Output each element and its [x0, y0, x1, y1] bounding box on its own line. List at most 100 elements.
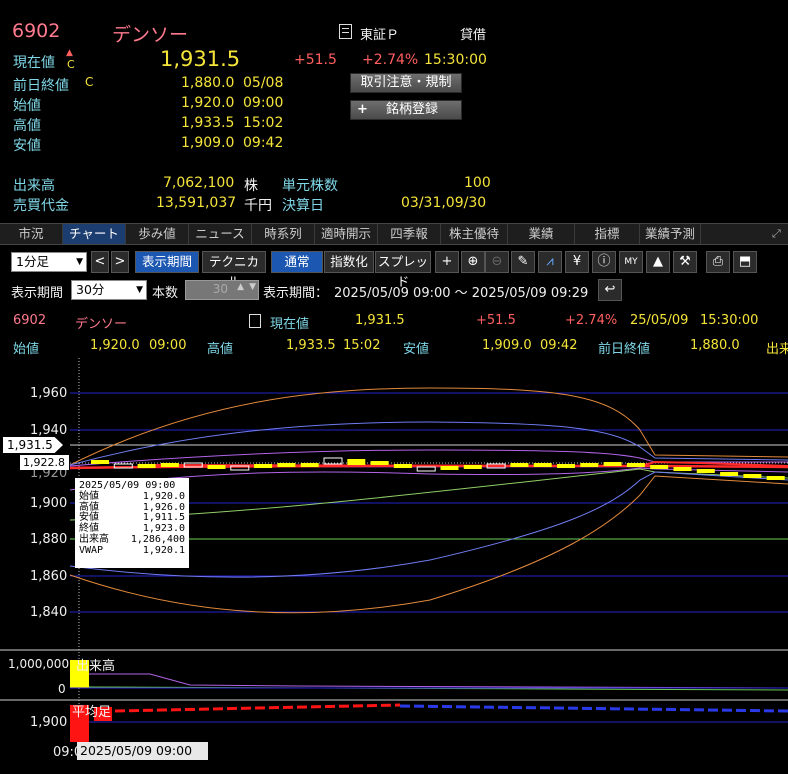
q-prev: 1,880.0 [690, 338, 740, 353]
trading-rules-button[interactable]: 取引注意・規制 [350, 73, 462, 93]
x-cursor-tag: 2025/05/09 09:00 [77, 742, 208, 760]
chart-pct: +2.74% [565, 313, 618, 328]
register-label: 銘柄登録 [385, 102, 438, 117]
y-tick: 1,840 [30, 605, 68, 620]
plus-icon: + [357, 102, 368, 117]
candle [323, 457, 343, 465]
interval-select[interactable]: 1分足 ▼ [11, 252, 87, 272]
margin-label: 貸借 [460, 28, 487, 43]
expand-icon[interactable]: ⤢ [772, 227, 781, 241]
candle [160, 463, 179, 467]
area-chart-icon[interactable]: ▲ [646, 251, 670, 273]
candle [137, 464, 156, 468]
q-open-time: 09:00 [149, 338, 187, 353]
volume-ma [89, 673, 788, 689]
document-icon[interactable] [249, 314, 261, 328]
wrench-icon[interactable]: ⚒ [673, 251, 697, 273]
crosshair-icon[interactable]: + [435, 251, 459, 273]
tab-timeseries[interactable]: 時系列 [252, 224, 315, 244]
technical-button[interactable]: テクニカル [202, 251, 266, 289]
price-time: 15:30:00 [424, 52, 487, 68]
chart-time: 15:30:00 [700, 313, 759, 328]
tab-chart[interactable]: チャート [63, 224, 126, 244]
avg-line-blue [399, 704, 788, 713]
count-value: 30 [212, 282, 228, 296]
trade-unit-value: 100 [464, 175, 491, 191]
tab-market[interactable]: 市況 [0, 224, 63, 244]
document-icon[interactable] [339, 24, 352, 39]
volume-unit: 株 [244, 178, 258, 194]
trend-icon[interactable]: ⩘ [538, 251, 562, 273]
index-button[interactable]: 指数化 [324, 251, 374, 273]
avg-line-red [114, 703, 401, 713]
tab-benefits[interactable]: 株主優待 [441, 224, 508, 244]
volume-tick: 0 [58, 682, 66, 696]
stepper-down-icon[interactable]: ▼ [249, 282, 256, 292]
tab-ticks[interactable]: 歩み値 [126, 224, 189, 244]
turnover-label: 売買代金 [13, 198, 69, 214]
candle [720, 472, 739, 476]
q-high: 1,933.5 [286, 338, 336, 353]
low-time: 09:42 [243, 135, 284, 151]
pen-icon[interactable]: ✎ [511, 251, 535, 273]
candle [626, 463, 645, 467]
candle [603, 462, 622, 466]
prev-button[interactable]: < [91, 251, 109, 273]
candle [766, 476, 785, 480]
tab-indicators[interactable]: 指標 [575, 224, 640, 244]
prev-close-label: 前日終値 [13, 78, 69, 94]
candle [254, 464, 273, 468]
candle [696, 469, 715, 473]
candle [673, 467, 692, 471]
high-value: 1,933.5 [181, 115, 235, 131]
yen-icon[interactable]: ¥ [565, 251, 589, 273]
candle [207, 465, 226, 469]
count-label: 本数 [152, 286, 179, 301]
period-value: 30分 [76, 282, 105, 297]
market-label: 東証Ｐ [360, 28, 400, 43]
current-price-label: 現在値 [13, 55, 55, 71]
zoom-in-icon[interactable]: ⊕ [461, 251, 485, 273]
spread-button[interactable]: スプレッド [375, 251, 431, 289]
open-time: 09:00 [243, 95, 284, 111]
y-tick: 1,880 [30, 532, 68, 547]
settle-label: 決算日 [282, 198, 324, 214]
my-chart-icon[interactable]: MY [619, 251, 643, 273]
turnover-unit: 千円 [244, 198, 272, 214]
price-change-pct: +2.74% [362, 52, 419, 68]
normal-button[interactable]: 通常 [271, 251, 323, 273]
stepper-up-icon[interactable]: ▲ [237, 282, 244, 292]
candle [416, 466, 436, 472]
candle [650, 465, 669, 469]
tab-earnings[interactable]: 業績 [508, 224, 575, 244]
period-select[interactable]: 30分 ▼ [71, 280, 147, 300]
next-button[interactable]: > [111, 251, 129, 273]
y-tick: 1,860 [30, 569, 68, 584]
chart-change: +51.5 [476, 313, 516, 328]
count-stepper[interactable]: 30 ▲ ▼ [185, 280, 259, 300]
info-icon[interactable]: ⓘ [592, 251, 616, 273]
zoom-out-icon[interactable]: ⊖ [485, 251, 509, 273]
period-button[interactable]: 表示期間 [135, 251, 199, 273]
candle [393, 464, 412, 468]
register-stock-button[interactable]: + 銘柄登録 [350, 100, 462, 120]
candle [510, 463, 529, 467]
tab-news[interactable]: ニュース [189, 224, 252, 244]
prev-close-flag: C [85, 75, 94, 89]
volume-panel-label: 出来高 [76, 659, 116, 674]
tab-forecast[interactable]: 業績予測 [640, 224, 701, 244]
high-label: 高値 [13, 118, 41, 134]
prev-close-value: 1,880.0 [181, 75, 235, 91]
print-icon[interactable]: ⎙ [706, 251, 730, 273]
open-label: 始値 [13, 98, 41, 114]
export-icon[interactable]: ⬒ [733, 251, 757, 273]
tab-disclosure[interactable]: 適時開示 [315, 224, 378, 244]
tooltip-row: 始値 1,920.0 [79, 490, 185, 502]
current-price-tag-text: 1,931.5 [7, 438, 53, 452]
tab-bar: 市況 チャート 歩み値 ニュース 時系列 適時開示 四季報 株主優待 業績 指標… [0, 223, 788, 245]
low-value: 1,909.0 [181, 135, 235, 151]
reset-icon[interactable]: ↩ [598, 279, 622, 301]
y-tick: 1,960 [30, 386, 68, 401]
tab-quarterly[interactable]: 四季報 [378, 224, 441, 244]
current-price-tag: 1,931.5 [3, 437, 63, 453]
